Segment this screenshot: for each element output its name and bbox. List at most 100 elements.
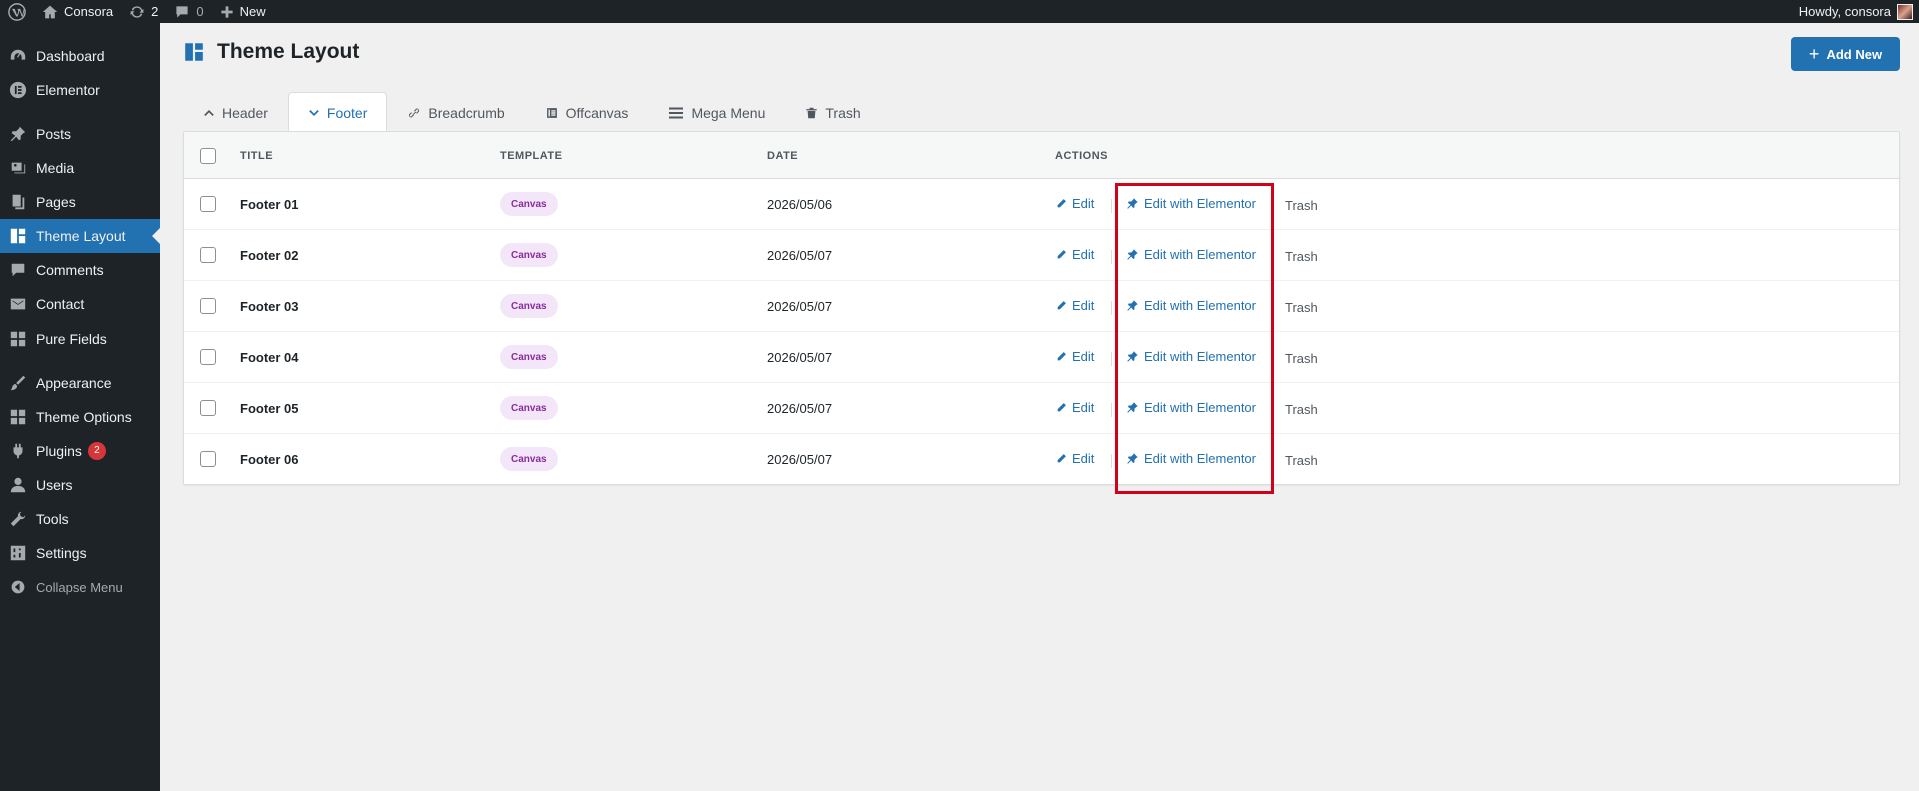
table-row: Footer 04 Canvas 2026/05/07 Edit Edit wi… <box>184 332 1899 383</box>
row-checkbox[interactable] <box>200 298 216 314</box>
pin-icon <box>10 126 26 142</box>
home-icon <box>42 5 58 18</box>
admin-bar: Consora 2 0 New Howdy, consora <box>0 0 1919 23</box>
page-header: Theme Layout <box>183 40 359 64</box>
edit-with-elementor-link[interactable]: Edit with Elementor <box>1126 400 1256 415</box>
column-header-template: TEMPLATE <box>500 150 563 162</box>
site-name-link[interactable]: Consora <box>34 0 121 23</box>
media-icon <box>11 162 26 174</box>
edit-with-elementor-link[interactable]: Edit with Elementor <box>1126 349 1256 364</box>
collapse-icon <box>11 580 25 594</box>
sidebar-item-elementor[interactable]: Elementor <box>0 73 160 107</box>
menu-icon <box>669 107 684 118</box>
edit-with-elementor-link[interactable]: Edit with Elementor <box>1126 247 1256 262</box>
sidebar-item-theme-options[interactable]: Theme Options <box>0 400 160 434</box>
new-content-link[interactable]: New <box>212 0 274 23</box>
template-badge: Canvas <box>500 345 558 369</box>
sidebar-item-label: Tools <box>36 511 69 527</box>
grid-icon <box>10 331 26 347</box>
edit-label: Edit <box>1072 400 1095 415</box>
row-title: Footer 01 <box>240 197 299 212</box>
comments-count: 0 <box>196 4 204 19</box>
edit-label: Edit <box>1072 451 1095 466</box>
row-checkbox[interactable] <box>200 349 216 365</box>
edit-link[interactable]: Edit <box>1056 196 1094 211</box>
sidebar-item-settings[interactable]: Settings <box>0 536 160 570</box>
trash-icon <box>806 107 818 118</box>
trash-link[interactable]: Trash <box>1285 453 1318 468</box>
table-row: Footer 02 Canvas 2026/05/07 Edit Edit wi… <box>184 230 1899 281</box>
sidebar-item-pages[interactable]: Pages <box>0 185 160 219</box>
tab-offcanvas[interactable]: Offcanvas <box>525 92 649 132</box>
edit-link[interactable]: Edit <box>1056 247 1094 262</box>
trash-link[interactable]: Trash <box>1285 198 1318 213</box>
trash-link[interactable]: Trash <box>1285 300 1318 315</box>
sidebar-item-contact[interactable]: Contact <box>0 287 160 321</box>
sidebar-item-appearance[interactable]: Appearance <box>0 366 160 400</box>
plus-icon <box>221 5 233 18</box>
sidebar-item-dashboard[interactable]: Dashboard <box>0 39 160 73</box>
trash-link[interactable]: Trash <box>1285 351 1318 366</box>
row-date: 2026/05/07 <box>767 350 833 365</box>
row-title: Footer 05 <box>240 401 299 416</box>
layout-icon <box>10 228 26 244</box>
row-date: 2026/05/07 <box>767 299 833 314</box>
edit-with-elementor-link[interactable]: Edit with Elementor <box>1126 451 1256 466</box>
row-date: 2026/05/07 <box>767 452 833 467</box>
sidebar-item-tools[interactable]: Tools <box>0 502 160 536</box>
tab-label: Trash <box>825 104 861 121</box>
sidebar-item-label: Dashboard <box>36 48 105 64</box>
sidebar-collapse-menu[interactable]: Collapse Menu <box>0 570 160 604</box>
edit-link[interactable]: Edit <box>1056 400 1094 415</box>
sidebar-item-pure-fields[interactable]: Pure Fields <box>0 322 160 356</box>
row-checkbox[interactable] <box>200 196 216 212</box>
row-title: Footer 06 <box>240 452 299 467</box>
sidebar-item-comments[interactable]: Comments <box>0 253 160 287</box>
page-title: Theme Layout <box>217 40 360 63</box>
sidebar-item-users[interactable]: Users <box>0 468 160 502</box>
site-name: Consora <box>64 4 114 19</box>
chevron-up-icon <box>204 109 214 116</box>
trash-link[interactable]: Trash <box>1285 402 1318 417</box>
tab-label: Header <box>222 104 268 121</box>
edit-link[interactable]: Edit <box>1056 451 1094 466</box>
edit-label: Edit <box>1072 247 1095 262</box>
column-header-actions: ACTIONS <box>1055 150 1108 162</box>
offcanvas-icon <box>546 107 557 118</box>
sidebar-item-label: Plugins <box>36 443 82 459</box>
sidebar-item-theme-layout[interactable]: Theme Layout <box>0 219 160 253</box>
sidebar-item-label: Collapse Menu <box>36 579 123 595</box>
edit-with-elementor-link[interactable]: Edit with Elementor <box>1126 298 1256 313</box>
add-new-button[interactable]: + Add New <box>1791 37 1900 71</box>
my-account[interactable]: Howdy, consora <box>1799 3 1919 20</box>
sidebar-item-media[interactable]: Media <box>0 151 160 185</box>
row-checkbox[interactable] <box>200 451 216 467</box>
tab-footer[interactable]: Footer <box>287 92 388 133</box>
tab-trash[interactable]: Trash <box>785 92 880 132</box>
sidebar-item-plugins[interactable]: Plugins 2 <box>0 434 160 468</box>
tab-breadcrumb[interactable]: Breadcrumb <box>387 92 524 132</box>
plus-icon: + <box>1808 44 1820 64</box>
pages-icon <box>12 194 25 210</box>
pencil-icon <box>1057 199 1066 208</box>
edit-label: Edit <box>1072 196 1095 211</box>
row-checkbox[interactable] <box>200 400 216 416</box>
sidebar-item-label: Comments <box>36 262 104 278</box>
sidebar-item-posts[interactable]: Posts <box>0 117 160 151</box>
updates-link[interactable]: 2 <box>121 0 166 23</box>
row-checkbox[interactable] <box>200 247 216 263</box>
plugin-icon <box>13 443 23 459</box>
edit-link[interactable]: Edit <box>1056 298 1094 313</box>
wrench-icon <box>10 511 26 527</box>
wordpress-logo-icon[interactable] <box>0 0 34 23</box>
pin-icon <box>1127 198 1138 209</box>
tab-header[interactable]: Header <box>183 92 288 132</box>
table-header: TITLE TEMPLATE DATE ACTIONS <box>184 132 1899 179</box>
tab-mega-menu[interactable]: Mega Menu <box>648 92 785 132</box>
select-all-checkbox[interactable] <box>200 148 216 164</box>
edit-link[interactable]: Edit <box>1056 349 1094 364</box>
pin-icon <box>1127 300 1138 311</box>
edit-with-elementor-link[interactable]: Edit with Elementor <box>1126 196 1256 211</box>
comments-link[interactable]: 0 <box>166 0 211 23</box>
trash-link[interactable]: Trash <box>1285 249 1318 264</box>
